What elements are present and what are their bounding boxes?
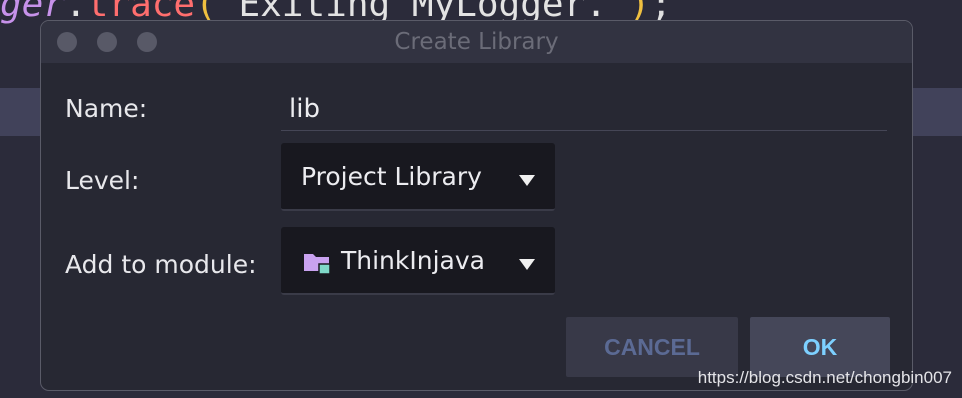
dialog-titlebar: Create Library	[41, 21, 912, 63]
level-select[interactable]: Project Library	[281, 143, 555, 211]
editor-highlight-right	[912, 88, 962, 136]
editor-highlight-left	[0, 88, 40, 136]
module-select-value: ThinkInjava	[341, 246, 485, 275]
module-select[interactable]: ThinkInjava	[281, 227, 555, 295]
create-library-dialog: Create Library Name: Level: Project Libr…	[40, 20, 913, 391]
level-label: Level:	[65, 166, 140, 195]
dialog-title: Create Library	[394, 29, 559, 55]
module-label: Add to module:	[65, 250, 257, 279]
level-select-value: Project Library	[301, 162, 482, 191]
watermark-text: https://blog.csdn.net/chongbin007	[697, 368, 952, 387]
caret-down-icon	[519, 175, 535, 186]
name-input[interactable]	[281, 87, 887, 131]
name-label: Name:	[65, 94, 148, 123]
caret-down-icon	[519, 259, 535, 270]
folder-module-icon	[304, 254, 331, 275]
